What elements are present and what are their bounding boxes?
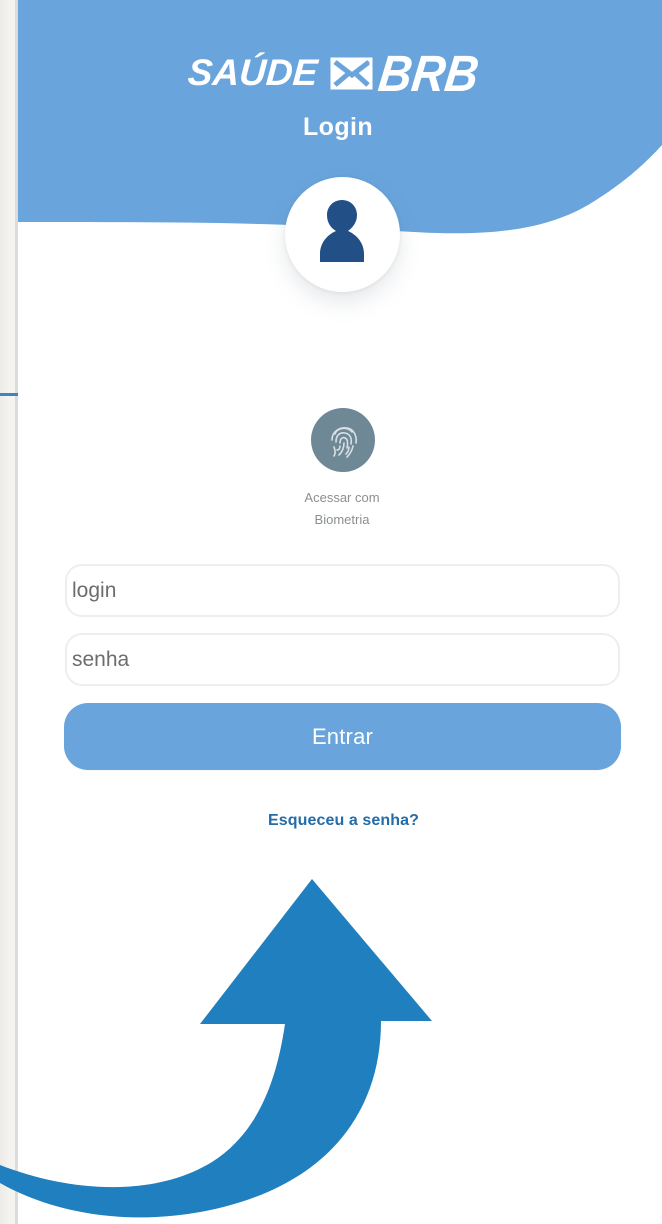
brand-logo: SAÚDE BRB <box>186 44 489 102</box>
curved-up-arrow-icon <box>0 879 432 1218</box>
login-screen: SAÚDE BRB Login Acessar com Biometria lo… <box>0 0 662 1224</box>
biometric-label-line-1: Acessar com <box>304 490 380 505</box>
user-silhouette-icon <box>320 200 364 262</box>
login-input[interactable] <box>65 564 620 617</box>
fingerprint-icon <box>331 427 357 458</box>
brb-envelope-logo-icon <box>330 57 373 89</box>
brand-brb-text: BRB <box>375 44 482 102</box>
brand-saude-text: SAÚDE <box>186 52 319 93</box>
page-title: Login <box>302 113 374 141</box>
biometric-login-button[interactable] <box>311 408 375 472</box>
biometric-label-line-2: Biometria <box>314 512 370 527</box>
biometric-login-label[interactable]: Acessar com Biometria <box>267 487 417 531</box>
password-input[interactable] <box>65 633 620 686</box>
forgot-password-link[interactable]: Esqueceu a senha? <box>246 812 441 830</box>
login-submit-button[interactable]: Entrar <box>64 703 621 770</box>
left-blue-accent <box>0 393 18 396</box>
